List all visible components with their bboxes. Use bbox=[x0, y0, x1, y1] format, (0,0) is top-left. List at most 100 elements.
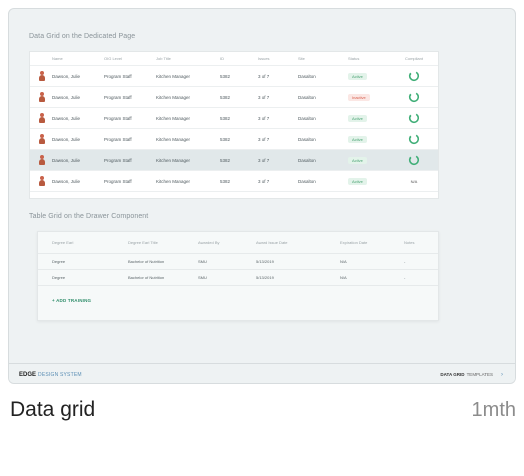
cell-expiration: N/A bbox=[340, 275, 347, 280]
status-badge: Inactive bbox=[348, 93, 370, 101]
status-badge: Active bbox=[348, 114, 367, 122]
table-row[interactable]: Dawson, Julie Program Staff Kitchen Manage… bbox=[30, 108, 438, 129]
drawer-column-degree: Degree Earl bbox=[52, 240, 74, 245]
table-row[interactable]: Dawson, Julie Program Staff Kitchen Manage… bbox=[30, 171, 438, 192]
drawer-column-notes: Notes bbox=[404, 240, 415, 245]
cell-name: Dawson, Julie bbox=[52, 73, 81, 79]
column-header-id: ID bbox=[220, 56, 224, 61]
cell-level: Program Staff bbox=[104, 73, 132, 79]
table-row[interactable]: Dawson, Julie Program Staff Kitchen Manage… bbox=[30, 87, 438, 108]
avatar bbox=[39, 112, 45, 123]
cell-id: 5382 bbox=[220, 157, 231, 163]
drawer-body: Degree Bachelor of Nutrition SMU 5/13/2019 N… bbox=[38, 254, 438, 286]
drawer-column-awarded-by: Awarded By bbox=[198, 240, 220, 245]
thumbnail-footer: EDGE DESIGN SYSTEM DATA GRID TEMPLATES › bbox=[9, 363, 515, 383]
status-badge: Active bbox=[348, 72, 367, 80]
column-header-job-title: Job Title bbox=[156, 56, 171, 61]
cell-id: 5382 bbox=[220, 136, 231, 142]
drawer-column-issue-date: Award Issue Date bbox=[256, 240, 288, 245]
cell-degree-title: Bachelor of Nutrition bbox=[128, 259, 165, 264]
cell-job-title: Kitchen Manager bbox=[156, 178, 191, 184]
cell-level: Program Staff bbox=[104, 136, 132, 142]
cell-id: 5382 bbox=[220, 115, 231, 121]
table-row[interactable]: Dawson, Julie Program Staff Kitchen Manage… bbox=[30, 150, 438, 171]
grid-body: Dawson, Julie Program Staff Kitchen Manage… bbox=[30, 66, 438, 192]
cell-site: Dasalton bbox=[298, 136, 316, 142]
drawer-table-row[interactable]: Degree Bachelor of Nutrition SMU 5/13/2019 N… bbox=[38, 270, 438, 286]
compliant-value: N/A bbox=[410, 178, 418, 184]
drawer-table-panel: Degree Earl Degree Earl Title Awarded By… bbox=[37, 231, 439, 321]
compliance-ring-icon bbox=[408, 91, 420, 103]
cell-site: Dasalton bbox=[298, 157, 316, 163]
drawer-column-expiration: Expiration Date bbox=[340, 240, 368, 245]
column-header-level: OIG Level bbox=[104, 56, 123, 61]
grid-header-row: Name OIG Level Job Title ID Issues Site … bbox=[30, 52, 438, 66]
table-row[interactable]: Dawson, Julie Program Staff Kitchen Manage… bbox=[30, 66, 438, 87]
drawer-table-row[interactable]: Degree Bachelor of Nutrition SMU 5/13/2019 N… bbox=[38, 254, 438, 270]
column-header-name: Name bbox=[52, 56, 63, 61]
cell-job-title: Kitchen Manager bbox=[156, 136, 191, 142]
brand-logo-edge: EDGE bbox=[19, 371, 37, 378]
table-row[interactable]: Dawson, Julie Program Staff Kitchen Manage… bbox=[30, 129, 438, 150]
cell-name: Dawson, Julie bbox=[52, 157, 81, 163]
drawer-section-title: Table Grid on the Drawer Component bbox=[29, 213, 149, 220]
column-header-issues: Issues bbox=[258, 56, 270, 61]
avatar bbox=[39, 70, 45, 81]
cell-job-title: Kitchen Manager bbox=[156, 94, 191, 100]
footer-crumb-data-grid: DATA GRID bbox=[440, 372, 465, 377]
status-badge: Active bbox=[348, 156, 367, 164]
column-header-site: Site bbox=[298, 56, 305, 61]
cell-name: Dawson, Julie bbox=[52, 115, 81, 121]
file-caption: Data grid 1mth bbox=[10, 398, 516, 422]
cell-site: Dasalton bbox=[298, 73, 316, 79]
file-title[interactable]: Data grid bbox=[10, 398, 95, 422]
grid-section-title: Data Grid on the Dedicated Page bbox=[29, 33, 136, 40]
cell-awarded-by: SMU bbox=[198, 275, 207, 280]
data-grid-panel: Name OIG Level Job Title ID Issues Site … bbox=[29, 51, 439, 199]
compliance-ring-icon bbox=[408, 70, 420, 82]
cell-degree: Degree bbox=[52, 259, 66, 264]
cell-name: Dawson, Julie bbox=[52, 94, 81, 100]
file-modified-time: 1mth bbox=[471, 399, 516, 421]
cell-job-title: Kitchen Manager bbox=[156, 157, 191, 163]
cell-notes: - bbox=[404, 275, 406, 280]
cell-site: Dasalton bbox=[298, 178, 316, 184]
avatar bbox=[39, 175, 45, 186]
compliance-ring-icon bbox=[408, 133, 420, 145]
cell-name: Dawson, Julie bbox=[52, 178, 81, 184]
cell-degree-title: Bachelor of Nutrition bbox=[128, 275, 165, 280]
cell-issues: 3 of 7 bbox=[258, 157, 270, 163]
cell-degree: Degree bbox=[52, 275, 66, 280]
status-badge: Active bbox=[348, 177, 367, 185]
cell-level: Program Staff bbox=[104, 178, 132, 184]
cell-level: Program Staff bbox=[104, 94, 132, 100]
cell-job-title: Kitchen Manager bbox=[156, 115, 191, 121]
avatar bbox=[39, 133, 45, 144]
cell-level: Program Staff bbox=[104, 115, 132, 121]
cell-issues: 3 of 7 bbox=[258, 115, 270, 121]
cell-id: 5382 bbox=[220, 94, 231, 100]
status-badge: Active bbox=[348, 135, 367, 143]
avatar bbox=[39, 91, 45, 102]
cell-expiration: N/A bbox=[340, 259, 347, 264]
column-header-compliant: Compliant bbox=[404, 56, 423, 61]
cell-issues: 3 of 7 bbox=[258, 73, 270, 79]
cell-level: Program Staff bbox=[104, 157, 132, 163]
cell-id: 5382 bbox=[220, 178, 231, 184]
cell-name: Dawson, Julie bbox=[52, 136, 81, 142]
cell-issues: 3 of 7 bbox=[258, 94, 270, 100]
data-grid-thumbnail-card[interactable]: Data Grid on the Dedicated Page Name OIG… bbox=[8, 8, 516, 384]
cell-id: 5382 bbox=[220, 73, 231, 79]
footer-crumb-templates: TEMPLATES bbox=[466, 372, 493, 377]
cell-site: Dasalton bbox=[298, 94, 316, 100]
cell-awarded-by: SMU bbox=[198, 259, 207, 264]
chevron-right-icon[interactable]: › bbox=[501, 372, 503, 378]
add-training-button[interactable]: + ADD TRAINING bbox=[52, 298, 91, 303]
column-header-status: Status bbox=[348, 56, 360, 61]
cell-site: Dasalton bbox=[298, 115, 316, 121]
cell-job-title: Kitchen Manager bbox=[156, 73, 191, 79]
cell-issues: 3 of 7 bbox=[258, 178, 270, 184]
cell-issues: 3 of 7 bbox=[258, 136, 270, 142]
cell-issue-date: 5/13/2019 bbox=[256, 275, 274, 280]
compliance-ring-icon bbox=[408, 112, 420, 124]
